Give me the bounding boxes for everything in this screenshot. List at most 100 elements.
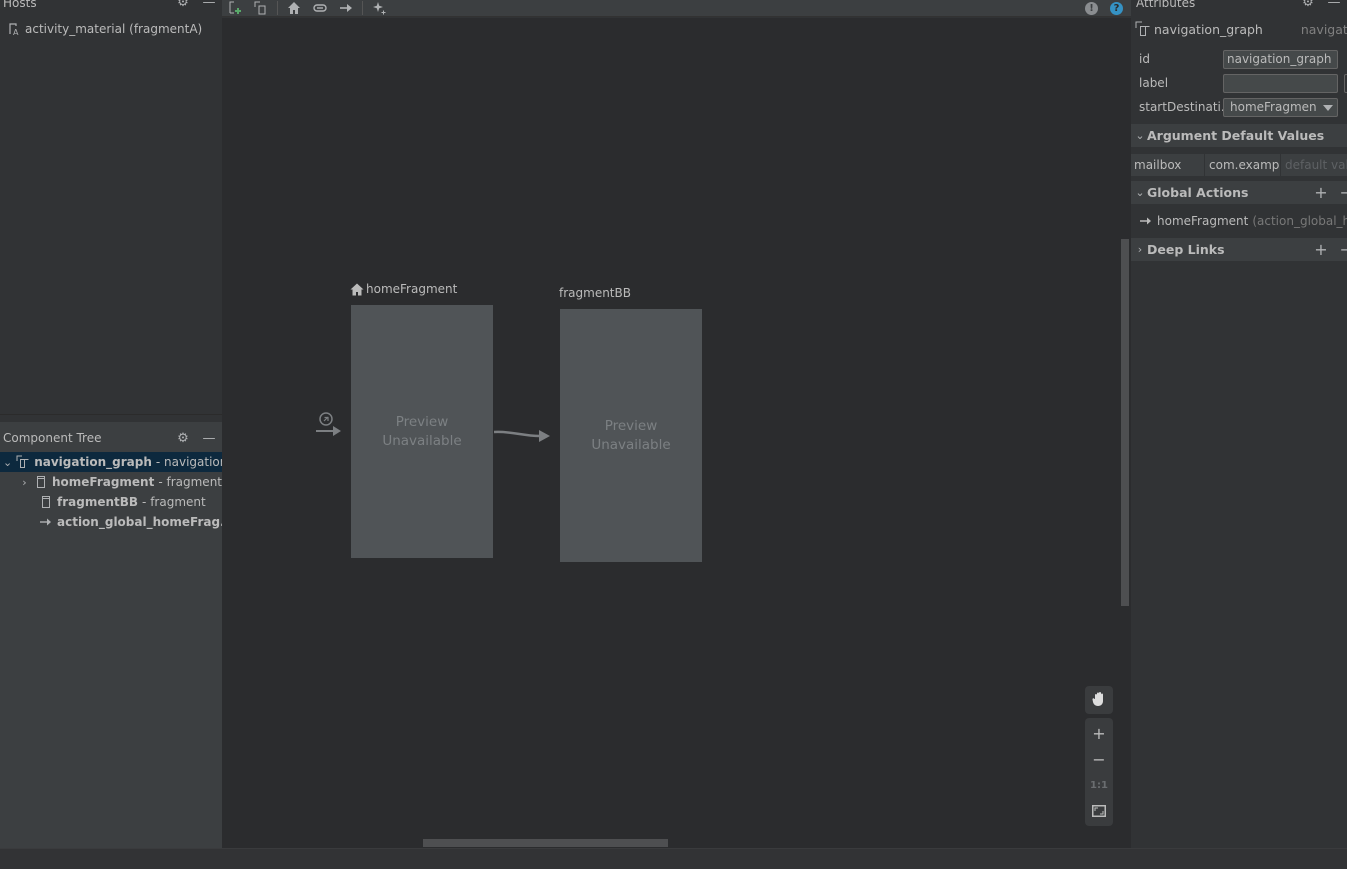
add-global-action-button[interactable]: +: [1314, 183, 1327, 202]
remove-global-action-button[interactable]: −: [1340, 183, 1347, 202]
tree-item-type: - fragment: [158, 475, 222, 489]
hosts-header: Hosts ⚙ —: [0, 0, 222, 11]
remove-deep-link-button[interactable]: −: [1340, 240, 1347, 259]
component-name: navigation_graph: [1154, 21, 1263, 37]
arrow-right-icon: [340, 4, 352, 12]
nested-graph-icon: [16, 455, 30, 469]
argument-default-value-input[interactable]: default valu: [1281, 154, 1347, 176]
nested-graph-icon: [1135, 21, 1150, 36]
design-toolbar: ! ?: [222, 0, 1131, 17]
action-arrow-home-to-bb[interactable]: [494, 424, 554, 444]
minimize-icon[interactable]: —: [196, 0, 222, 10]
chevron-down-icon[interactable]: ⌄: [3, 456, 12, 469]
zoom-controls: + − 1:1: [1085, 718, 1113, 826]
fragment-icon: [34, 475, 48, 489]
toolbar-right: ! ?: [1085, 0, 1123, 17]
attr-label: startDestinati...: [1139, 100, 1223, 114]
preview-text-line1: Preview: [604, 417, 658, 434]
pan-hand-icon: [1085, 686, 1113, 712]
horizontal-scrollbar[interactable]: [423, 839, 668, 847]
tree-item-name: fragmentBB: [57, 495, 139, 509]
destination-name: fragmentBB: [559, 286, 631, 300]
destination-fragment-bb[interactable]: Preview Unavailable: [560, 309, 702, 562]
component-header: navigation_graph navigatio: [1135, 21, 1347, 37]
navigation-canvas[interactable]: homeFragment Preview Unavailable fragmen…: [222, 18, 1131, 848]
section-argument-default-values[interactable]: ⌄ Argument Default Values: [1131, 124, 1347, 147]
destination-label-home: homeFragment: [350, 282, 457, 296]
argument-type: com.examp: [1205, 154, 1281, 176]
host-item[interactable]: A activity_material (fragmentA): [8, 22, 203, 37]
global-action-item[interactable]: homeFragment (action_global_ho: [1139, 214, 1347, 228]
action-arrow-icon: [1140, 217, 1151, 225]
chevron-down-icon: [1323, 105, 1333, 111]
toolbar-separator: [362, 1, 363, 15]
chevron-right-icon: ›: [1137, 243, 1143, 256]
home-icon: [288, 2, 300, 14]
panel-splitter[interactable]: [0, 414, 222, 422]
section-title: Deep Links: [1147, 242, 1225, 257]
tree-item-home-fragment[interactable]: › homeFragment - fragment: [0, 472, 222, 492]
toolbar-separator: [277, 1, 278, 15]
host-item-label: activity_material (fragmentA): [25, 22, 203, 36]
auto-arrange-button[interactable]: [366, 0, 392, 17]
tree-item-navigation-graph[interactable]: ⌄ navigation_graph - navigation: [0, 452, 222, 472]
activity-layout-icon: A: [8, 22, 22, 37]
add-deep-link-button[interactable]: +: [1314, 240, 1327, 259]
preview-unavailable: Preview Unavailable: [591, 417, 670, 455]
attributes-title: Attributes: [1136, 0, 1196, 10]
svg-text:A: A: [13, 28, 19, 36]
component-tree-title: Component Tree: [3, 431, 102, 445]
id-field[interactable]: navigation_graph: [1223, 50, 1338, 69]
start-destination-dropdown[interactable]: homeFragmen: [1223, 98, 1338, 117]
help-icon[interactable]: ?: [1110, 2, 1123, 15]
action-arrow-icon: [39, 515, 53, 529]
new-destination-icon: [229, 1, 241, 14]
fragment-icon: [39, 495, 53, 509]
tree-item-fragment-bb[interactable]: fragmentBB - fragment: [0, 492, 222, 512]
attr-label: id: [1139, 52, 1150, 66]
actual-size-button[interactable]: 1:1: [1085, 772, 1113, 798]
tree-item-global-action[interactable]: action_global_homeFrag...: [0, 512, 222, 532]
destination-label-bb: fragmentBB: [559, 286, 631, 300]
left-panel: Hosts ⚙ — A activity_material (fragmentA…: [0, 0, 222, 848]
chevron-right-icon[interactable]: ›: [21, 476, 28, 489]
gear-icon[interactable]: ⚙: [170, 431, 196, 446]
tree-item-name: homeFragment: [51, 475, 155, 489]
gear-icon[interactable]: ⚙: [170, 0, 196, 10]
pan-button[interactable]: [1085, 686, 1113, 714]
argument-name: mailbox: [1131, 154, 1205, 176]
status-bar: [0, 848, 1347, 869]
hosts-panel: Hosts ⚙ — A activity_material (fragmentA…: [0, 0, 222, 414]
section-global-actions[interactable]: ⌄ Global Actions + −: [1131, 181, 1347, 204]
destination-home-fragment[interactable]: Preview Unavailable: [351, 305, 493, 558]
preview-text-line2: Unavailable: [591, 436, 671, 453]
gear-icon[interactable]: ⚙: [1295, 0, 1321, 10]
global-action-destination: homeFragment: [1157, 214, 1249, 228]
nested-graph-button[interactable]: [248, 0, 274, 17]
deep-link-button[interactable]: [307, 0, 333, 17]
tree-item-name: action_global_homeFrag...: [57, 515, 222, 529]
section-deep-links[interactable]: › Deep Links + −: [1131, 238, 1347, 261]
navigation-editor: Hosts ⚙ — A activity_material (fragmentA…: [0, 0, 1347, 869]
tree-item-type: - fragment: [142, 495, 206, 509]
label-field[interactable]: [1223, 74, 1338, 93]
new-destination-button[interactable]: [222, 0, 248, 17]
minimize-icon[interactable]: —: [196, 431, 222, 446]
section-actions: + −: [1314, 240, 1347, 259]
destination-name: homeFragment: [366, 282, 458, 296]
zoom-out-button[interactable]: −: [1085, 746, 1113, 772]
attr-label: label: [1139, 76, 1169, 90]
chevron-down-icon: ⌄: [1135, 186, 1145, 199]
add-action-button[interactable]: [333, 0, 359, 17]
zoom-in-button[interactable]: +: [1085, 720, 1113, 746]
component-tree-panel: Component Tree ⚙ — ⌄ navigation_graph - …: [0, 423, 222, 848]
global-action-indicator-icon[interactable]: [316, 411, 346, 441]
warning-icon[interactable]: !: [1085, 2, 1098, 15]
minimize-icon[interactable]: —: [1321, 0, 1347, 10]
fit-screen-button[interactable]: [1085, 798, 1113, 824]
preview-text-line1: Preview: [395, 413, 449, 430]
assign-start-destination-button[interactable]: [281, 0, 307, 17]
home-icon: [350, 283, 364, 295]
section-title: Argument Default Values: [1147, 128, 1325, 143]
vertical-scrollbar[interactable]: [1121, 239, 1129, 606]
